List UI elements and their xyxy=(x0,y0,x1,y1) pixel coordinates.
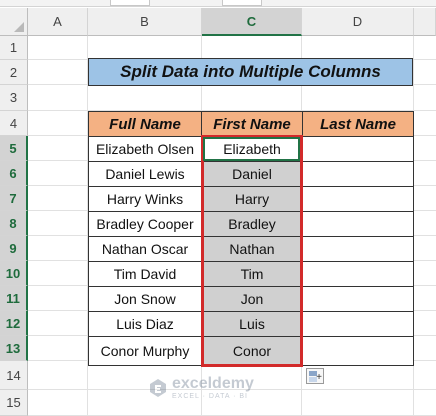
last-name-cell[interactable] xyxy=(302,211,414,237)
first-name-cell[interactable]: Daniel xyxy=(201,161,303,187)
last-name-cell[interactable] xyxy=(302,311,414,337)
first-name-cell[interactable]: Conor xyxy=(201,336,303,366)
row-header-3[interactable]: 3 xyxy=(0,85,28,111)
column-header-c[interactable]: C xyxy=(202,8,302,36)
row-header-1[interactable]: 1 xyxy=(0,36,28,60)
title-cell[interactable]: Split Data into Multiple Columns xyxy=(88,58,413,86)
full-name-cell[interactable]: Jon Snow xyxy=(88,286,202,312)
flash-fill-plus-icon: + xyxy=(316,372,322,383)
row-header-15[interactable]: 15 xyxy=(0,390,28,416)
last-name-cell[interactable] xyxy=(302,236,414,262)
header-cell-full-name[interactable]: Full Name xyxy=(88,111,202,137)
full-name-cell[interactable]: Daniel Lewis xyxy=(88,161,202,187)
full-name-cell[interactable]: Elizabeth Olsen xyxy=(88,136,202,162)
last-name-cell[interactable] xyxy=(302,161,414,187)
first-name-cell[interactable]: Luis xyxy=(201,311,303,337)
exceldemy-logo-icon xyxy=(150,379,166,397)
first-name-cell[interactable]: Nathan xyxy=(201,236,303,262)
row-header-7[interactable]: 7 xyxy=(0,186,28,211)
exceldemy-watermark: exceldemy EXCEL · DATA · BI xyxy=(148,372,288,404)
first-name-cell[interactable]: Tim xyxy=(201,261,303,287)
column-header-b[interactable]: B xyxy=(88,8,202,36)
strip-tab-left xyxy=(110,0,150,6)
row-header-2[interactable]: 2 xyxy=(0,60,28,85)
first-name-cell[interactable]: Jon xyxy=(201,286,303,312)
first-name-cell[interactable]: Bradley xyxy=(201,211,303,237)
last-name-cell[interactable] xyxy=(302,136,414,162)
last-name-cell[interactable] xyxy=(302,261,414,287)
last-name-cell[interactable] xyxy=(302,186,414,212)
column-header-a[interactable]: A xyxy=(28,8,88,36)
watermark-name: exceldemy xyxy=(172,374,254,392)
flash-fill-options-button[interactable]: + xyxy=(306,368,324,384)
column-header-e[interactable] xyxy=(414,8,436,36)
header-cell-first-name[interactable]: First Name xyxy=(201,111,303,137)
row-header-12[interactable]: 12 xyxy=(0,311,28,336)
row-header-8[interactable]: 8 xyxy=(0,211,28,236)
strip-tab-right xyxy=(222,0,262,6)
row-header-11[interactable]: 11 xyxy=(0,286,28,311)
row-header-6[interactable]: 6 xyxy=(0,161,28,186)
row-header-13[interactable]: 13 xyxy=(0,336,28,361)
full-name-cell[interactable]: Conor Murphy xyxy=(88,336,202,366)
header-cell-last-name[interactable]: Last Name xyxy=(302,111,414,137)
last-name-cell[interactable] xyxy=(302,336,414,366)
worksheet-grid[interactable]: A B C D 1 2 3 4 5 6 7 8 9 10 11 12 13 14 15 Split Data… xyxy=(0,0,436,416)
row-header-9[interactable]: 9 xyxy=(0,236,28,261)
full-name-cell[interactable]: Harry Winks xyxy=(88,186,202,212)
first-name-cell[interactable]: Elizabeth xyxy=(201,136,303,162)
row-header-10[interactable]: 10 xyxy=(0,261,28,286)
formula-bar-strip xyxy=(0,0,436,7)
full-name-cell[interactable]: Nathan Oscar xyxy=(88,236,202,262)
full-name-cell[interactable]: Luis Diaz xyxy=(88,311,202,337)
row-header-14[interactable]: 14 xyxy=(0,361,28,390)
column-header-d[interactable]: D xyxy=(302,8,414,36)
select-all-button[interactable] xyxy=(0,8,28,36)
full-name-cell[interactable]: Bradley Cooper xyxy=(88,211,202,237)
row-header-4[interactable]: 4 xyxy=(0,111,28,136)
row-header-5[interactable]: 5 xyxy=(0,136,28,161)
watermark-tagline: EXCEL · DATA · BI xyxy=(172,392,248,400)
full-name-cell[interactable]: Tim David xyxy=(88,261,202,287)
last-name-cell[interactable] xyxy=(302,286,414,312)
first-name-cell[interactable]: Harry xyxy=(201,186,303,212)
select-all-triangle-icon xyxy=(14,22,24,32)
